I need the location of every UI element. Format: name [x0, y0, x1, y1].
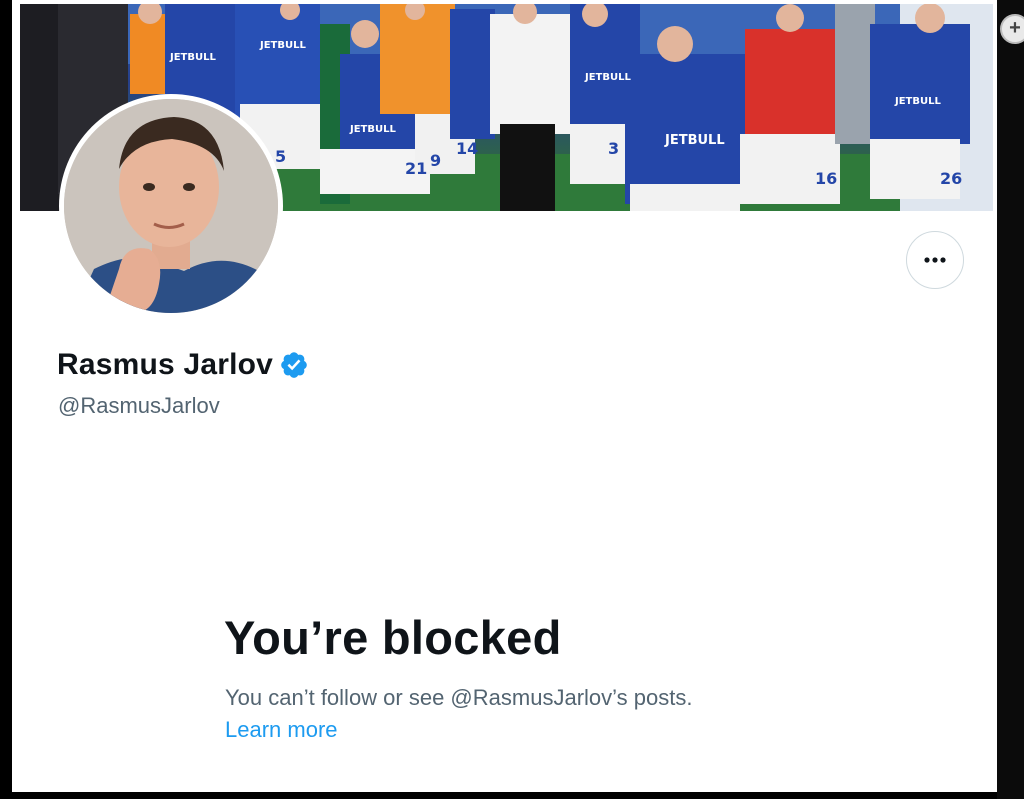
profile-page: JETBULL JETBULL JETBULL JETBULL JETBULL … — [12, 0, 997, 792]
more-options-button[interactable] — [906, 231, 964, 289]
banner-sponsor-3: JETBULL — [349, 124, 396, 135]
banner-sponsor-5: JETBULL — [664, 133, 725, 148]
jersey-number-7: 26 — [940, 169, 962, 188]
learn-more-link[interactable]: Learn more — [225, 717, 338, 743]
jersey-number-5: 3 — [608, 139, 619, 158]
jersey-number-2: 21 — [405, 159, 427, 178]
zoom-in-icon[interactable]: + — [1000, 14, 1024, 44]
profile-display-name: Rasmus Jarlov — [57, 348, 274, 381]
more-options-icon — [924, 257, 946, 263]
jersey-number-6: 16 — [815, 169, 837, 188]
verified-badge-icon[interactable] — [279, 350, 309, 380]
banner-sponsor-1: JETBULL — [169, 52, 216, 63]
banner-sponsor-6: JETBULL — [894, 96, 941, 107]
profile-avatar[interactable] — [59, 94, 283, 318]
jersey-number-3: 9 — [430, 151, 441, 170]
banner-sponsor-4: JETBULL — [584, 72, 631, 83]
jersey-number-1: 5 — [275, 147, 286, 166]
profile-handle: @RasmusJarlov — [58, 393, 220, 418]
profile-name-row: Rasmus Jarlov — [57, 348, 309, 382]
avatar-photo — [64, 99, 278, 313]
blocked-title: You’re blocked — [224, 611, 562, 664]
window-edge — [997, 0, 1024, 799]
banner-sponsor-2: JETBULL — [259, 40, 306, 51]
jersey-number-4: 14 — [456, 139, 478, 158]
blocked-description: You can’t follow or see @RasmusJarlov’s … — [225, 685, 693, 710]
